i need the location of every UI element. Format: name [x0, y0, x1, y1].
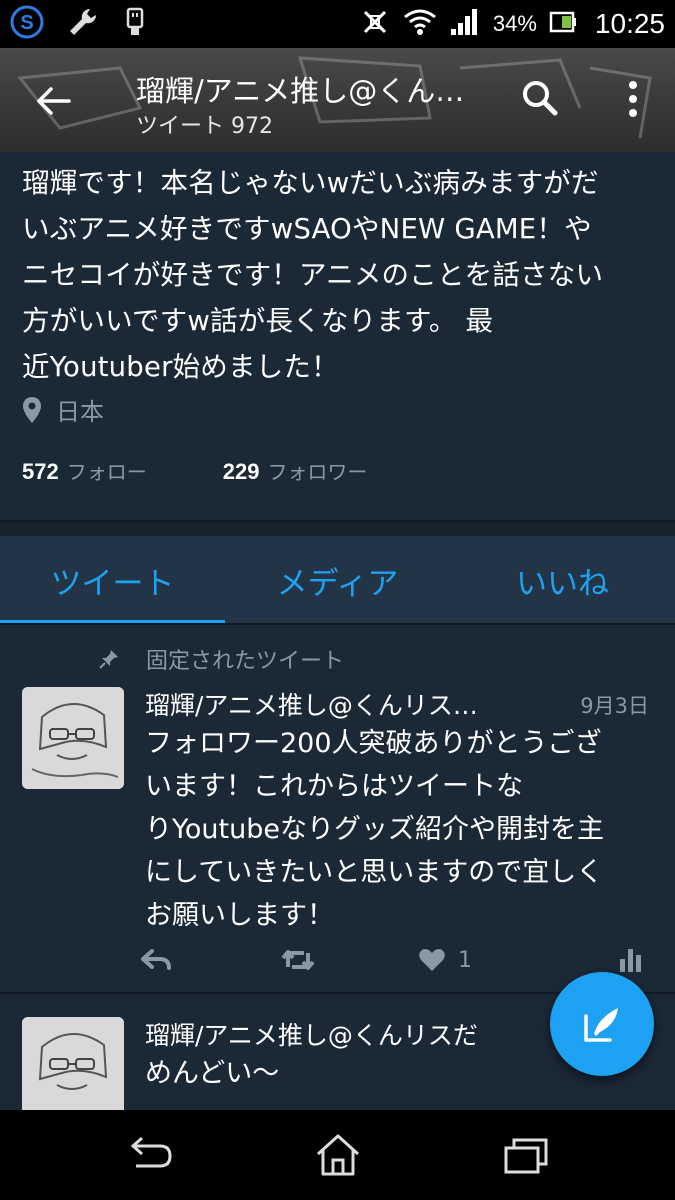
wifi-icon: [403, 7, 437, 41]
followers-label: フォロワー: [267, 460, 368, 484]
tweet-count: ツイート 972: [136, 114, 273, 139]
analytics-button[interactable]: [618, 940, 644, 980]
tab-likes[interactable]: いいね: [450, 536, 675, 625]
status-bar: S 34% 10:25: [0, 0, 675, 48]
system-navigation-bar: [0, 1110, 675, 1200]
avatar[interactable]: [22, 1017, 124, 1119]
avatar-image: [22, 687, 124, 789]
nav-recent-apps-button[interactable]: [502, 1132, 550, 1178]
retweet-icon: [281, 950, 315, 970]
avatar-image: [22, 1017, 124, 1119]
svg-text:S: S: [20, 12, 33, 34]
bio-line: 瑠輝です！本名じゃないwだいぶ病みますがだ: [22, 167, 599, 199]
page-title: 瑠輝/アニメ推し@くん…: [136, 74, 465, 108]
nav-recent-apps-icon: [504, 1138, 548, 1174]
compose-quill-icon: [584, 1008, 618, 1042]
bio-line: 近Youtuber始めました！: [22, 351, 339, 383]
vibrate-off-icon: [359, 6, 391, 42]
signal-icon: [449, 7, 481, 41]
nav-home-button[interactable]: [314, 1132, 362, 1178]
battery-percent: 34%: [492, 11, 537, 36]
back-button[interactable]: [30, 78, 76, 124]
heart-icon: [419, 949, 445, 971]
search-button[interactable]: [518, 76, 562, 120]
bio-line: 方がいいですw話が長くなります。 最: [22, 305, 494, 337]
profile-tabs: ツイート メディア いいね: [0, 536, 675, 625]
like-button[interactable]: 1: [418, 940, 472, 980]
tab-media[interactable]: メディア: [225, 536, 450, 625]
bio-line: いぶアニメ好きですwSAOやNEW GAME！や: [22, 213, 592, 245]
section-gap: [0, 522, 675, 536]
pinned-tweet-label: 固定されたツイート: [98, 643, 344, 675]
location-pin-icon: [23, 396, 41, 423]
followers-count: 229: [222, 459, 260, 484]
location-text: 日本: [56, 398, 104, 426]
reply-button[interactable]: [140, 940, 172, 980]
arrow-left-icon: [37, 87, 71, 115]
sync-s-icon: S: [10, 5, 44, 43]
tweet-text-line: フォロワー200人突破ありがとうござ: [145, 728, 602, 759]
tweet-text-line: います！これからはツイートな: [145, 771, 523, 802]
retweet-button[interactable]: [280, 940, 316, 980]
wrench-icon: [66, 5, 100, 43]
more-options-button[interactable]: [616, 76, 650, 122]
nav-back-button[interactable]: [126, 1132, 174, 1178]
reply-icon: [141, 949, 171, 970]
usb-icon: [122, 5, 148, 43]
following-label: フォロー: [66, 460, 147, 484]
pin-icon: [99, 650, 118, 669]
profile-bio: 瑠輝です！本名じゃないwだいぶ病みますがだ いぶアニメ好きですwSAOやNEW …: [22, 160, 662, 390]
pinned-label-text: 固定されたツイート: [146, 649, 345, 674]
following-count: 572: [22, 459, 59, 484]
bio-line: ニセコイが好きです！アニメのことを話さない: [22, 259, 604, 291]
tweet-date: 9月3日: [580, 694, 649, 718]
profile-location: 日本: [22, 392, 104, 427]
tweet-text-line: にしていきたいと思いますので宜しく: [145, 857, 604, 888]
nav-back-icon: [130, 1136, 172, 1168]
battery-icon: [549, 10, 577, 38]
avatar[interactable]: [22, 687, 124, 789]
followers-link[interactable]: 229 フォロワー: [223, 456, 368, 485]
tab-tweets[interactable]: ツイート: [0, 536, 225, 625]
more-vertical-icon: [629, 81, 637, 117]
tweet-text: フォロワー200人突破ありがとうござ います！これからはツイートな りYoutu…: [145, 722, 655, 937]
analytics-icon: [620, 949, 641, 972]
divider: [0, 623, 675, 625]
profile-header: 瑠輝/アニメ推し@くん… ツイート 972: [0, 48, 675, 152]
like-count: 1: [458, 947, 472, 973]
tweet-author-name[interactable]: 瑠輝/アニメ推し@くんリス…: [145, 686, 478, 722]
clock: 10:25: [594, 8, 665, 39]
follow-stats: 572 フォロー 229 フォロワー: [22, 456, 367, 485]
tweet-text-line: りYoutubeなりグッズ紹介や開封を主: [145, 814, 604, 845]
nav-home-icon: [316, 1134, 360, 1176]
tweet-author-name[interactable]: 瑠輝/アニメ推し@くんリスだ: [145, 1016, 478, 1052]
search-icon: [523, 81, 558, 116]
compose-tweet-button[interactable]: [550, 972, 654, 1076]
following-link[interactable]: 572 フォロー: [22, 456, 147, 485]
tweet-actions: 1: [140, 940, 660, 980]
tweet-text-line: お願いします！: [145, 900, 334, 931]
